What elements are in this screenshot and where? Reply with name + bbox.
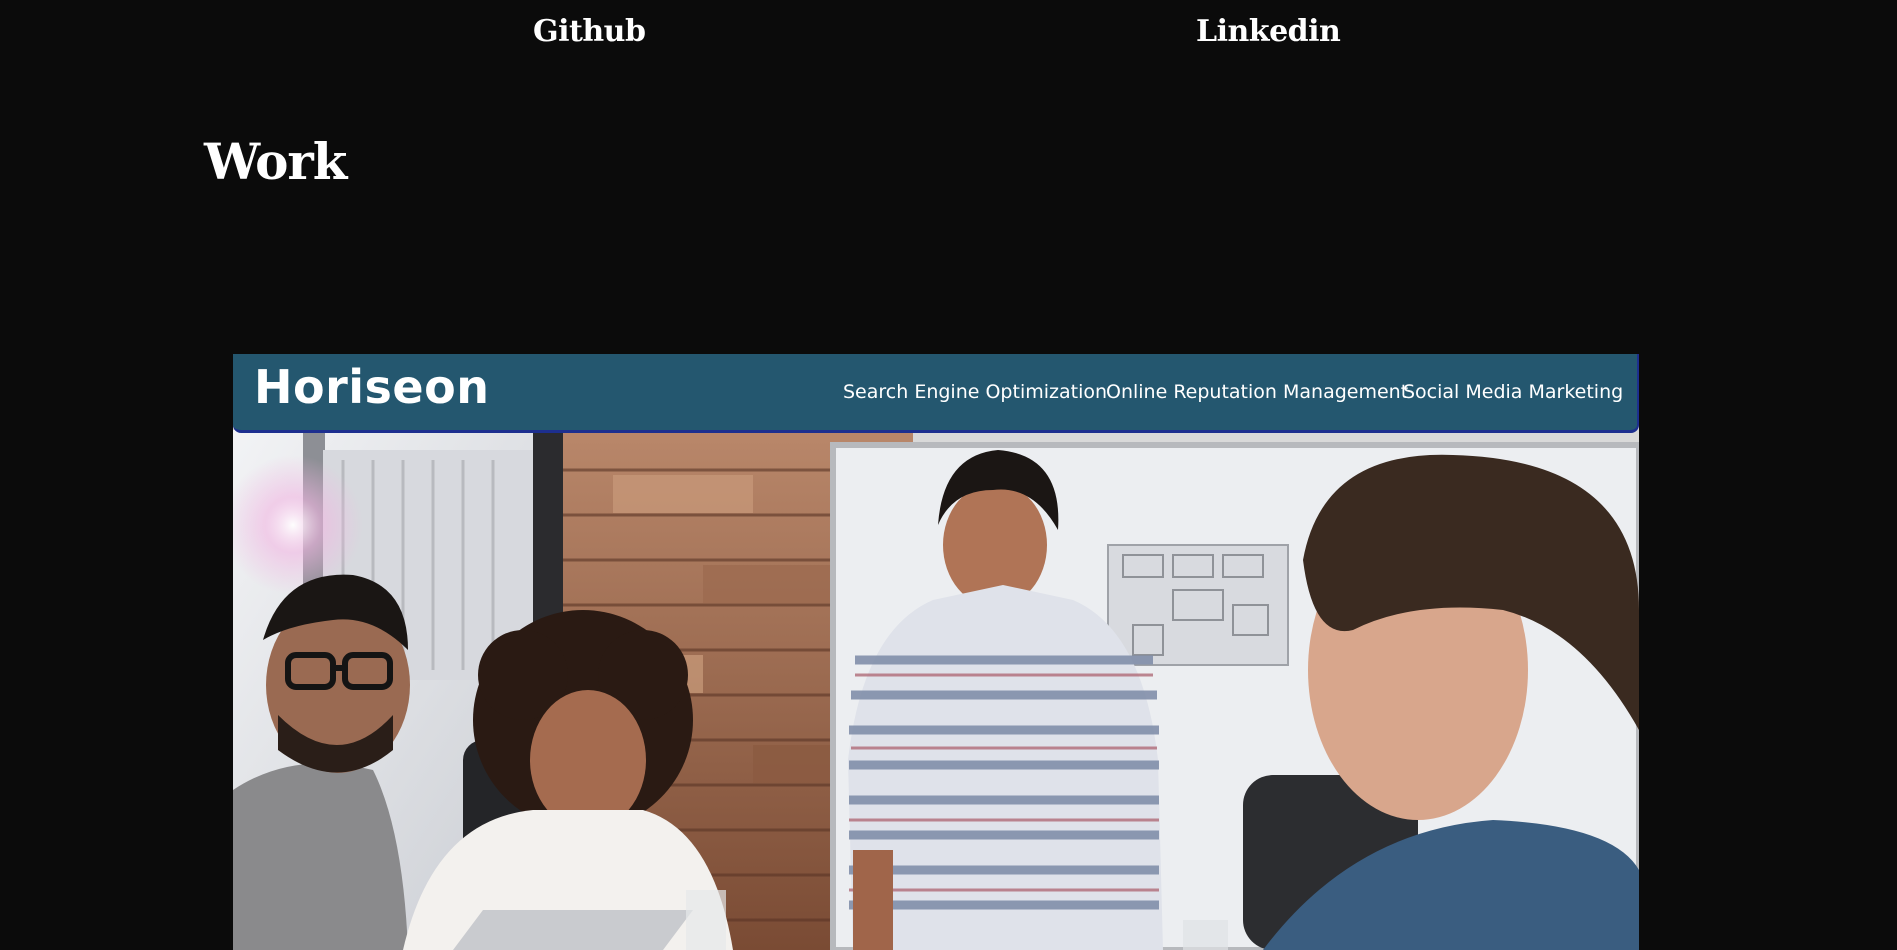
horiseon-nav-smm: Social Media Marketing [1403,381,1624,403]
project-screenshot-horiseon[interactable]: Horiseon Search Engine Optimization Onli… [233,354,1639,950]
horiseon-nav-seo: Search Engine Optimization [843,381,1108,403]
team-meeting-hero-image [233,430,1639,950]
work-section-title: Work [204,132,347,191]
horiseon-nav-orm: Online Reputation Management [1106,381,1409,403]
linkedin-link[interactable]: Linkedin [1196,14,1341,49]
top-navigation: Github Linkedin [0,0,1897,70]
github-link[interactable]: Github [533,14,646,49]
horiseon-logo: Horiseon [254,360,490,414]
horiseon-header: Horiseon Search Engine Optimization Onli… [233,354,1639,433]
